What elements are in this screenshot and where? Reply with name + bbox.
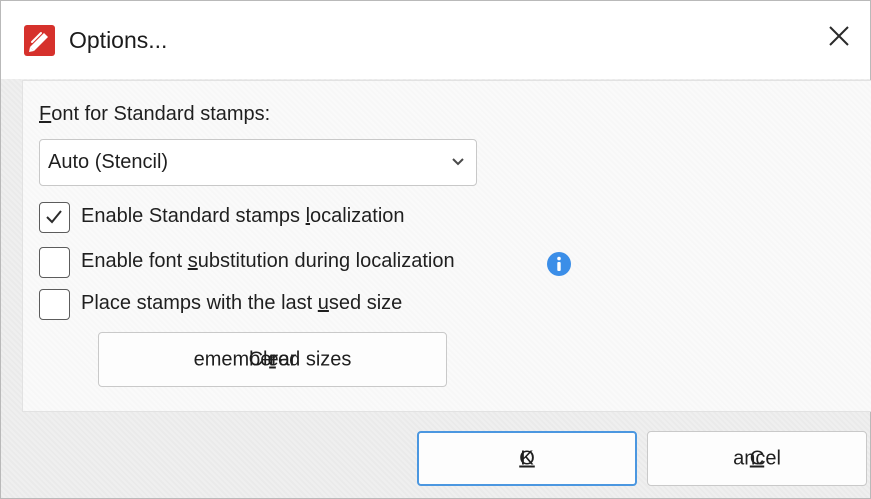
chevron-down-icon <box>452 158 464 166</box>
app-logo-icon <box>24 25 55 56</box>
window-title: Options... <box>69 27 168 53</box>
checkmark-icon <box>46 210 62 224</box>
ok-button[interactable]: OK <box>417 431 637 486</box>
close-button[interactable] <box>810 7 870 67</box>
enable-localization-label[interactable]: Enable Standard stamps localization <box>81 205 405 228</box>
font-label: Font for Standard stamps: <box>39 103 271 125</box>
title-bar: Options... <box>1 1 870 79</box>
info-icon[interactable] <box>547 252 571 276</box>
clear-remembered-sizes-button[interactable]: Clear r emembered sizes <box>98 332 447 387</box>
options-dialog: Options... Font for Standard stamps: Aut… <box>0 0 871 499</box>
enable-font-substitution-label[interactable]: Enable font substitution during localiza… <box>81 250 455 273</box>
cancel-button[interactable]: Cancel <box>647 431 867 486</box>
place-last-size-label[interactable]: Place stamps with the last used size <box>81 292 402 315</box>
place-last-size-checkbox[interactable] <box>39 289 70 320</box>
font-select-value: Auto (Stencil) <box>48 151 169 173</box>
font-select[interactable]: Auto (Stencil) <box>39 139 477 186</box>
enable-localization-checkbox[interactable] <box>39 202 70 233</box>
enable-font-substitution-checkbox[interactable] <box>39 247 70 278</box>
close-icon <box>829 26 849 46</box>
